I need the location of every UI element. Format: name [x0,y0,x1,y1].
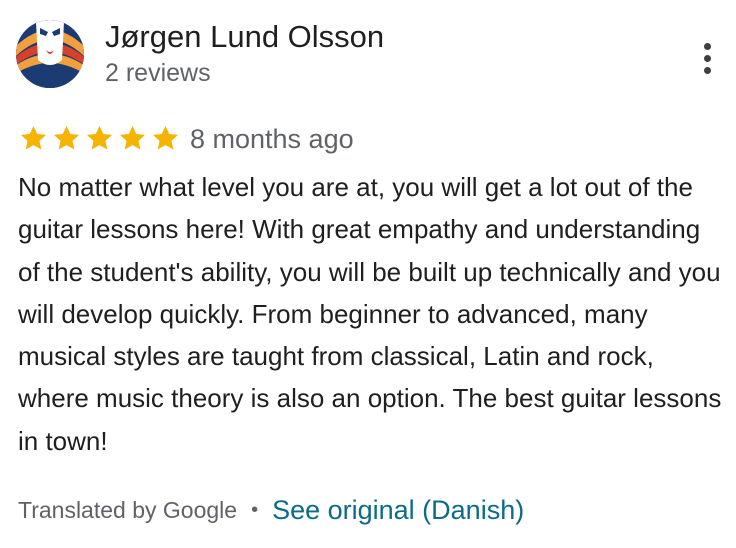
star-rating [18,120,181,156]
star-icon [119,125,146,149]
star-icon [152,125,179,149]
review-text: No matter what level you are at, you wil… [18,172,722,456]
more-options-button[interactable] [692,36,722,80]
translated-by-label: Translated by Google [18,496,238,523]
reviewer-avatar[interactable] [16,20,84,88]
review-time: 8 months ago [190,124,354,154]
abstract-face-avatar-icon [16,20,84,88]
star-icon [20,125,47,149]
more-vert-icon [703,42,711,50]
reviewer-name[interactable]: Jørgen Lund Olsson [105,18,384,56]
reviewer-review-count: 2 reviews [105,59,211,87]
see-original-link[interactable]: See original (Danish) [272,495,524,526]
star-icon [53,125,80,149]
translation-footer: Translated by Google • See original (Dan… [18,490,524,530]
star-icon [86,125,113,149]
separator-dot: • [251,498,259,521]
